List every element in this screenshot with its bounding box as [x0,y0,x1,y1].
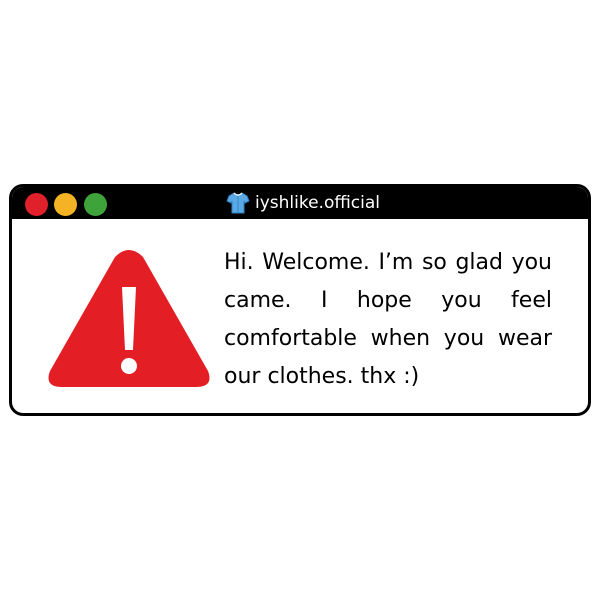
shirt-icon [226,192,250,214]
window-title: iyshlike.official [226,190,380,216]
minimize-button[interactable] [54,193,77,216]
window-title-text: iyshlike.official [255,193,381,213]
dialog-window: iyshlike.official Hi. Welcome. I’m so gl… [9,184,591,416]
dialog-message: Hi. Welcome. I’m so glad you came. I hop… [224,250,552,389]
maximize-button[interactable] [84,193,107,216]
warning-icon [48,250,210,387]
title-bar[interactable]: iyshlike.official [12,187,588,219]
close-button[interactable] [25,193,48,216]
